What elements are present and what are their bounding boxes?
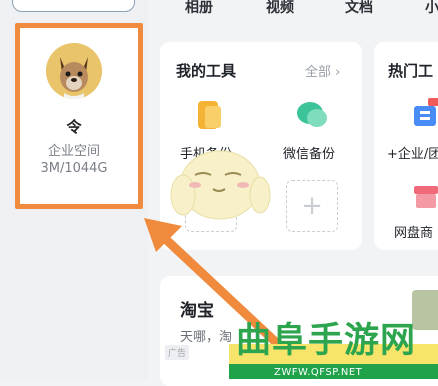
- watermark-text: 曲阜手游网: [236, 320, 417, 361]
- watermark-url: ZWFW.QFSP.NET: [274, 367, 363, 378]
